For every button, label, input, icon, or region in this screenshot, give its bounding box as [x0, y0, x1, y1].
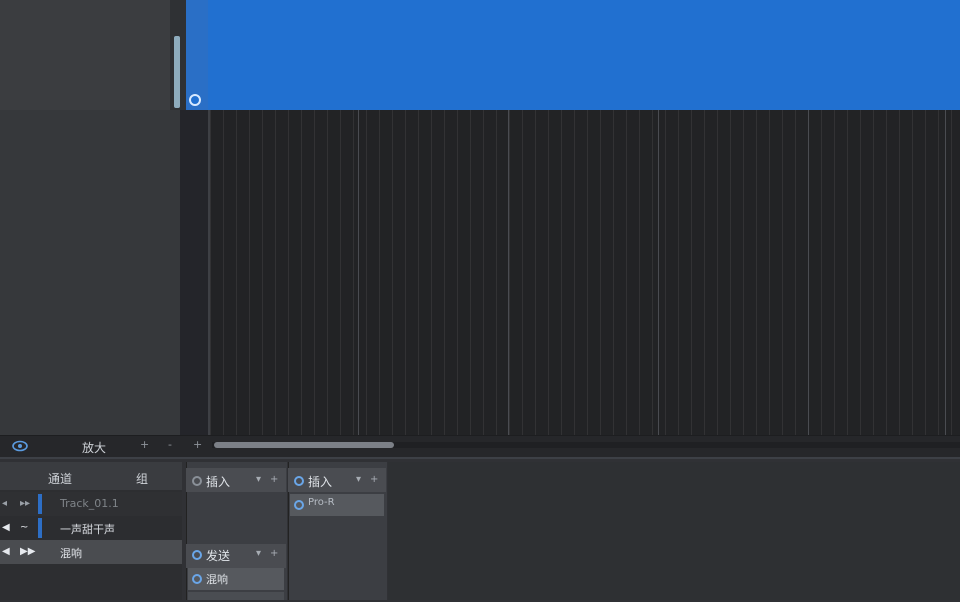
track-list-panel: [0, 110, 181, 435]
channel-name: 一声甜干声: [60, 523, 115, 536]
mixer-header-group[interactable]: 组: [136, 470, 148, 487]
channel-color-bar: [38, 494, 42, 514]
eye-icon[interactable]: [12, 440, 28, 452]
zoom-label[interactable]: 放大: [82, 439, 106, 456]
insert-slot[interactable]: [290, 494, 384, 516]
clip-fade-handle-icon[interactable]: [189, 94, 201, 106]
mixer-header: [0, 462, 182, 490]
add-icon[interactable]: +: [270, 474, 278, 485]
empty-panel-area: [388, 462, 960, 600]
sends-title: 发送: [206, 549, 231, 563]
bar-line: [945, 110, 946, 435]
timeline-grid[interactable]: [210, 110, 960, 435]
chevron-down-icon[interactable]: ▾: [256, 474, 261, 485]
power-icon[interactable]: [192, 550, 202, 560]
inserts-title: 插入: [206, 475, 231, 489]
chevron-down-icon[interactable]: ▾: [256, 548, 261, 559]
mute-icon[interactable]: ◀: [2, 522, 10, 533]
mixer-row-selected[interactable]: ◀ ▶▶ 混响: [0, 540, 182, 564]
mixer-row[interactable]: ◂ ▸▸ Track_01.1: [0, 492, 182, 516]
bar-line: [658, 110, 659, 435]
channel-color-bar: [38, 518, 42, 538]
mixer-row[interactable]: ◀ ~ 一声甜干声: [0, 516, 182, 540]
chevron-down-icon[interactable]: ▾: [356, 474, 361, 485]
power-icon[interactable]: [294, 500, 304, 510]
plugin-name: Pro-R: [308, 497, 335, 508]
add-icon[interactable]: +: [270, 548, 278, 559]
add-icon[interactable]: +: [370, 474, 378, 485]
track-header-area: [0, 0, 170, 110]
horizontal-scroll-thumb[interactable]: [214, 442, 394, 448]
track-height-handle[interactable]: [174, 36, 180, 108]
channel-name: 混响: [60, 547, 82, 560]
send-slot[interactable]: [188, 568, 284, 590]
channel-name: Track_01.1: [60, 497, 119, 510]
mute-icon[interactable]: ◂: [2, 498, 7, 509]
power-icon[interactable]: [294, 476, 304, 486]
zoom-out-button[interactable]: -: [168, 438, 172, 451]
zoom-in-button[interactable]: +: [140, 438, 149, 451]
bar-line: [508, 110, 509, 435]
inserts-title: 插入: [308, 475, 333, 489]
power-icon[interactable]: [192, 574, 202, 584]
power-icon[interactable]: [192, 476, 202, 486]
mute-icon[interactable]: ◀: [2, 546, 10, 557]
bar-line: [808, 110, 809, 435]
mixer-header-channel: 通道: [48, 472, 73, 486]
timeline-gutter: [180, 110, 210, 435]
monitor-icon[interactable]: ▸▸: [20, 498, 30, 509]
play-icon[interactable]: ▶▶: [20, 546, 35, 557]
send-slot[interactable]: [188, 592, 284, 600]
zoom-fit-button[interactable]: +: [193, 438, 202, 451]
waveform-icon[interactable]: ~: [20, 522, 28, 533]
bar-line: [358, 110, 359, 435]
send-slot-label: 混响: [206, 573, 228, 586]
audio-clip[interactable]: [186, 0, 960, 110]
